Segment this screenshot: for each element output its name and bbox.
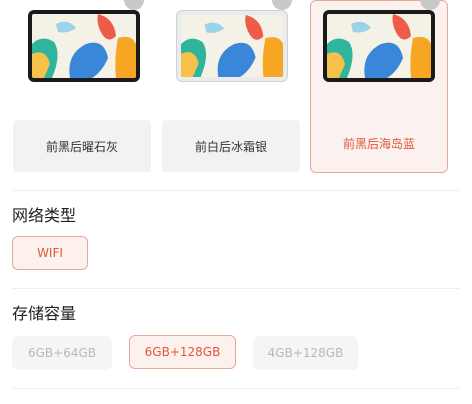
color-option-1-card[interactable]: 前白后冰霜银 [162, 120, 300, 172]
color-label-obsidian: 前黑后曜石灰 [45, 139, 118, 154]
color-label-silver: 前白后冰霜银 [194, 139, 267, 154]
select-circle-icon[interactable] [272, 0, 292, 10]
tablet-image-island-blue [323, 10, 435, 82]
network-option-wifi[interactable]: WIFI [12, 236, 88, 270]
network-type-title: 网络类型 [12, 206, 77, 225]
tablet-image-silver [176, 10, 288, 82]
wallpaper-image [327, 14, 431, 78]
color-option-0-card[interactable]: 前黑后曜石灰 [13, 120, 151, 172]
color-label-island-blue: 前黑后海岛蓝 [342, 137, 415, 151]
select-circle-icon[interactable] [124, 0, 144, 10]
divider [12, 288, 460, 289]
storage-option-6gb-128gb[interactable]: 6GB+128GB [129, 335, 236, 369]
wallpaper-image [181, 15, 283, 77]
wallpaper-image [32, 14, 136, 78]
divider [12, 190, 460, 191]
storage-option-4gb-128gb[interactable]: 4GB+128GB [253, 336, 358, 370]
divider [12, 388, 460, 389]
storage-capacity-title: 存储容量 [12, 304, 77, 323]
tablet-image-obsidian [28, 10, 140, 82]
storage-option-6gb-64gb[interactable]: 6GB+64GB [12, 336, 112, 370]
